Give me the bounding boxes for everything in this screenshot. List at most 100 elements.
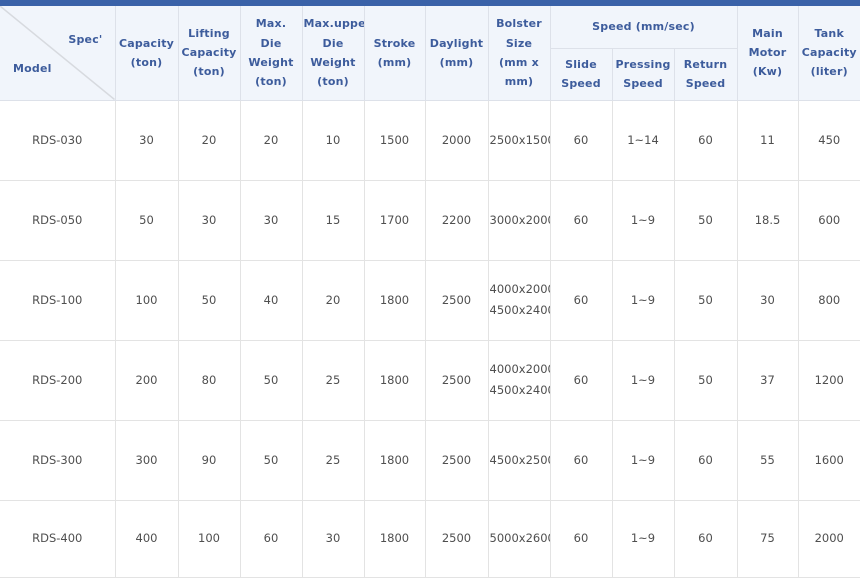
- table-row: RDS-05050303015170022003000x2000601~9501…: [0, 180, 860, 260]
- value-cell: 600: [798, 180, 860, 260]
- value-cell: 3000x2000: [488, 180, 550, 260]
- corner-model-label: Model: [13, 59, 52, 78]
- value-cell: 60: [550, 180, 612, 260]
- page: Spec' Model Capacity (ton) Lifting Capac…: [0, 0, 860, 582]
- value-cell: 40: [240, 260, 302, 340]
- value-cell: 4500x2500: [488, 420, 550, 500]
- value-cell: 37: [737, 340, 798, 420]
- value-cell: 60: [674, 500, 737, 577]
- value-cell: 1~14: [612, 100, 674, 180]
- header-slide-speed: Slide Speed: [550, 48, 612, 100]
- value-cell: 90: [178, 420, 240, 500]
- value-cell: 450: [798, 100, 860, 180]
- table-row: RDS-03030202010150020002500x1500601~1460…: [0, 100, 860, 180]
- header-lifting-capacity: Lifting Capacity (ton): [178, 6, 240, 100]
- value-cell: 200: [115, 340, 178, 420]
- corner-spec-label: Spec': [68, 30, 102, 49]
- value-cell: 2500x1500: [488, 100, 550, 180]
- value-cell: 20: [178, 100, 240, 180]
- value-cell: 80: [178, 340, 240, 420]
- value-cell: 30: [115, 100, 178, 180]
- value-cell: 100: [178, 500, 240, 577]
- model-cell: RDS-030: [0, 100, 115, 180]
- model-cell: RDS-100: [0, 260, 115, 340]
- value-cell: 1800: [364, 420, 425, 500]
- value-cell: 50: [674, 260, 737, 340]
- value-cell: 2000: [798, 500, 860, 577]
- value-cell: 60: [550, 500, 612, 577]
- value-cell: 100: [115, 260, 178, 340]
- header-bolster-size: Bolster Size (mm x mm): [488, 6, 550, 100]
- header-max-upper-die-weight: Max.upper Die Weight (ton): [302, 6, 364, 100]
- table-row: RDS-4004001006030180025005000x2600601~96…: [0, 500, 860, 577]
- value-cell: 1~9: [612, 500, 674, 577]
- value-cell: 1700: [364, 180, 425, 260]
- value-cell: 50: [240, 420, 302, 500]
- value-cell: 1800: [364, 340, 425, 420]
- value-cell: 2500: [425, 340, 488, 420]
- value-cell: 20: [240, 100, 302, 180]
- table-row: RDS-100100504020180025004000x2000 4500x2…: [0, 260, 860, 340]
- value-cell: 60: [550, 340, 612, 420]
- value-cell: 50: [674, 340, 737, 420]
- header-stroke: Stroke (mm): [364, 6, 425, 100]
- model-cell: RDS-050: [0, 180, 115, 260]
- value-cell: 2500: [425, 420, 488, 500]
- value-cell: 50: [240, 340, 302, 420]
- value-cell: 75: [737, 500, 798, 577]
- value-cell: 60: [674, 420, 737, 500]
- value-cell: 30: [240, 180, 302, 260]
- value-cell: 30: [178, 180, 240, 260]
- value-cell: 1~9: [612, 180, 674, 260]
- value-cell: 5000x2600: [488, 500, 550, 577]
- table-row: RDS-300300905025180025004500x2500601~960…: [0, 420, 860, 500]
- value-cell: 2200: [425, 180, 488, 260]
- value-cell: 15: [302, 180, 364, 260]
- value-cell: 10: [302, 100, 364, 180]
- model-cell: RDS-200: [0, 340, 115, 420]
- value-cell: 300: [115, 420, 178, 500]
- value-cell: 2000: [425, 100, 488, 180]
- value-cell: 60: [550, 100, 612, 180]
- value-cell: 18.5: [737, 180, 798, 260]
- value-cell: 400: [115, 500, 178, 577]
- value-cell: 50: [178, 260, 240, 340]
- value-cell: 1600: [798, 420, 860, 500]
- value-cell: 4000x2000 4500x2400: [488, 260, 550, 340]
- model-cell: RDS-300: [0, 420, 115, 500]
- value-cell: 30: [737, 260, 798, 340]
- value-cell: 1~9: [612, 340, 674, 420]
- diagonal-divider: [0, 6, 115, 100]
- table-header: Spec' Model Capacity (ton) Lifting Capac…: [0, 6, 860, 100]
- value-cell: 30: [302, 500, 364, 577]
- value-cell: 55: [737, 420, 798, 500]
- spec-table: Spec' Model Capacity (ton) Lifting Capac…: [0, 6, 860, 578]
- header-return-speed: Return Speed: [674, 48, 737, 100]
- value-cell: 50: [674, 180, 737, 260]
- value-cell: 1800: [364, 500, 425, 577]
- header-max-die-weight: Max. Die Weight (ton): [240, 6, 302, 100]
- value-cell: 2500: [425, 500, 488, 577]
- value-cell: 1500: [364, 100, 425, 180]
- value-cell: 60: [240, 500, 302, 577]
- value-cell: 25: [302, 420, 364, 500]
- value-cell: 1~9: [612, 420, 674, 500]
- model-cell: RDS-400: [0, 500, 115, 577]
- table-row: RDS-200200805025180025004000x2000 4500x2…: [0, 340, 860, 420]
- value-cell: 20: [302, 260, 364, 340]
- table-body: RDS-03030202010150020002500x1500601~1460…: [0, 100, 860, 577]
- header-speed-group: Speed (mm/sec): [550, 6, 737, 48]
- header-pressing-speed: Pressing Speed: [612, 48, 674, 100]
- value-cell: 800: [798, 260, 860, 340]
- header-main-motor: Main Motor (Kw): [737, 6, 798, 100]
- header-daylight: Daylight (mm): [425, 6, 488, 100]
- value-cell: 4000x2000 4500x2400: [488, 340, 550, 420]
- value-cell: 2500: [425, 260, 488, 340]
- value-cell: 25: [302, 340, 364, 420]
- corner-header-cell: Spec' Model: [0, 6, 115, 100]
- value-cell: 60: [550, 260, 612, 340]
- header-capacity: Capacity (ton): [115, 6, 178, 100]
- value-cell: 1200: [798, 340, 860, 420]
- value-cell: 11: [737, 100, 798, 180]
- header-tank-capacity: Tank Capacity (liter): [798, 6, 860, 100]
